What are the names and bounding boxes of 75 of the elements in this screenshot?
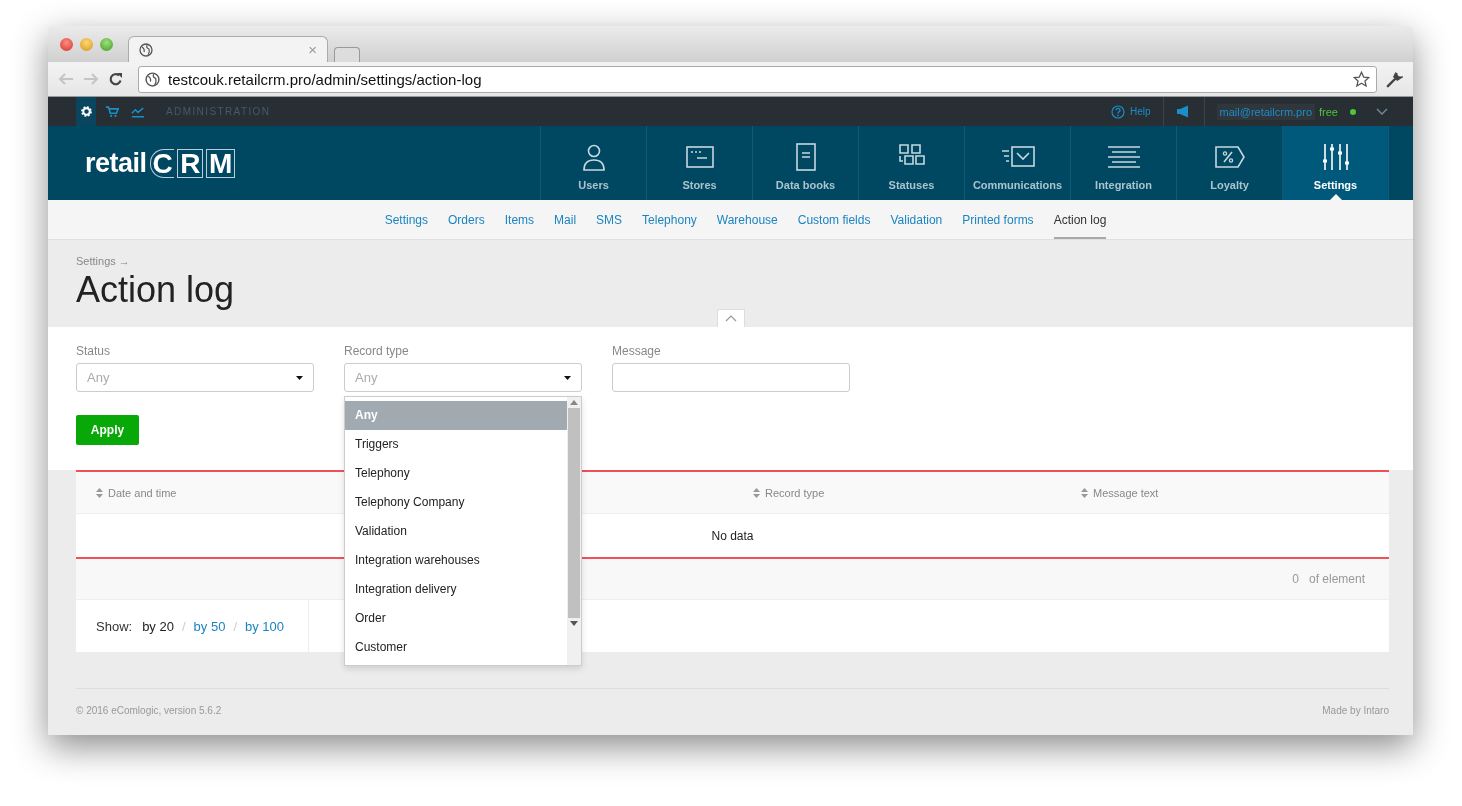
page-size-option[interactable]: by 100 [245, 618, 285, 634]
nav-item[interactable]: Settings [1283, 126, 1389, 200]
count-label: of element [1308, 572, 1365, 586]
filter-label: Record type [344, 344, 410, 358]
minimize-window-icon[interactable] [80, 38, 93, 51]
settings-tab[interactable]: Validation [890, 200, 943, 239]
apply-button[interactable]: Apply [76, 415, 139, 445]
scrollbar[interactable] [567, 397, 581, 665]
column-header[interactable]: Message text [1093, 486, 1159, 499]
sort-icon[interactable] [1081, 487, 1088, 498]
dropdown-option[interactable]: Order [345, 604, 567, 633]
integration-icon [1106, 143, 1141, 171]
new-tab-button[interactable] [334, 47, 360, 62]
user-email[interactable]: mail@retailcrm.pro [1216, 103, 1316, 120]
element-count: 0 [1292, 572, 1299, 586]
globe-icon [145, 71, 160, 87]
url-text: testcouk.retailcrm.pro/admin/settings/action-log [168, 70, 483, 88]
copyright-text: © 2016 eComlogic, version 5.6.2 [76, 705, 222, 716]
retailcrm-logo: retail C R M [85, 126, 235, 200]
settings-tab[interactable]: Custom fields [797, 200, 871, 239]
dropdown-caret-icon [564, 375, 571, 380]
plan-label: free [1319, 105, 1338, 118]
address-bar[interactable]: testcouk.retailcrm.pro/admin/settings/action-log [138, 65, 1377, 93]
select-field[interactable]: Any [344, 363, 582, 392]
page-size-label: Show: [96, 618, 133, 634]
online-status-icon [1350, 108, 1356, 115]
reload-icon[interactable] [108, 71, 123, 87]
page-title: Action log [76, 269, 236, 311]
settings-tab[interactable]: Printed forms [962, 200, 1034, 239]
tab-close-button[interactable]: × [308, 41, 317, 58]
bookmark-star-icon[interactable] [1353, 70, 1370, 88]
page-size-option[interactable]: by 20 [142, 618, 174, 634]
column-header[interactable]: Record type [765, 486, 825, 499]
scroll-down-icon[interactable] [570, 621, 578, 626]
separator: / [181, 618, 186, 634]
settings-tab[interactable]: Orders [448, 200, 485, 239]
empty-table-message: No data [711, 528, 754, 543]
settings-icon[interactable] [76, 97, 96, 126]
wrench-icon[interactable] [1386, 70, 1403, 88]
settings-tab[interactable]: Telephony [642, 200, 697, 239]
help-link[interactable]: Help [1111, 104, 1151, 119]
message-input-field[interactable] [612, 363, 850, 392]
breadcrumb-link[interactable]: Settings → [76, 240, 1385, 267]
settings-tab[interactable]: Settings [384, 200, 429, 239]
maximize-window-icon[interactable] [100, 38, 113, 51]
chevron-up-icon [725, 315, 737, 322]
dropdown-option[interactable]: Validation [345, 517, 567, 546]
filter-label: Message [612, 344, 662, 358]
dropdown-option[interactable]: Triggers [345, 430, 567, 459]
close-window-icon[interactable] [60, 38, 73, 51]
scroll-up-icon[interactable] [570, 400, 578, 405]
separator: / [233, 618, 237, 634]
sort-icon[interactable] [96, 487, 103, 498]
settings-tab[interactable]: SMS [596, 200, 623, 239]
select-field[interactable]: Any [76, 363, 314, 392]
dropdown-option[interactable]: Customer [345, 633, 567, 662]
dropdown-option[interactable]: Telephony [345, 459, 567, 488]
settings-tab[interactable]: Items [504, 200, 535, 239]
help-icon [1111, 104, 1125, 119]
chevron-down-icon[interactable] [1376, 107, 1388, 116]
column-header[interactable]: Date and time [108, 486, 177, 499]
dropdown-option[interactable]: Any [345, 401, 567, 430]
loyalty-icon [1212, 143, 1247, 171]
dropdown-option[interactable]: Integration warehouses [345, 546, 567, 575]
settings-tab[interactable]: Mail [554, 200, 577, 239]
browser-tab[interactable]: × [128, 36, 328, 62]
dropdown-option[interactable]: Telephony Company [345, 488, 567, 517]
globe-icon [139, 42, 153, 57]
credit-text: Made by Intaro [1322, 705, 1389, 716]
dropdown-option[interactable]: Integration delivery [345, 575, 567, 604]
sort-icon[interactable] [753, 487, 760, 498]
page-size-option[interactable]: by 50 [193, 618, 226, 634]
filter-label: Status [76, 344, 112, 358]
dropdown-caret-icon [296, 375, 303, 380]
settings-tab[interactable]: Warehouse [716, 200, 778, 239]
